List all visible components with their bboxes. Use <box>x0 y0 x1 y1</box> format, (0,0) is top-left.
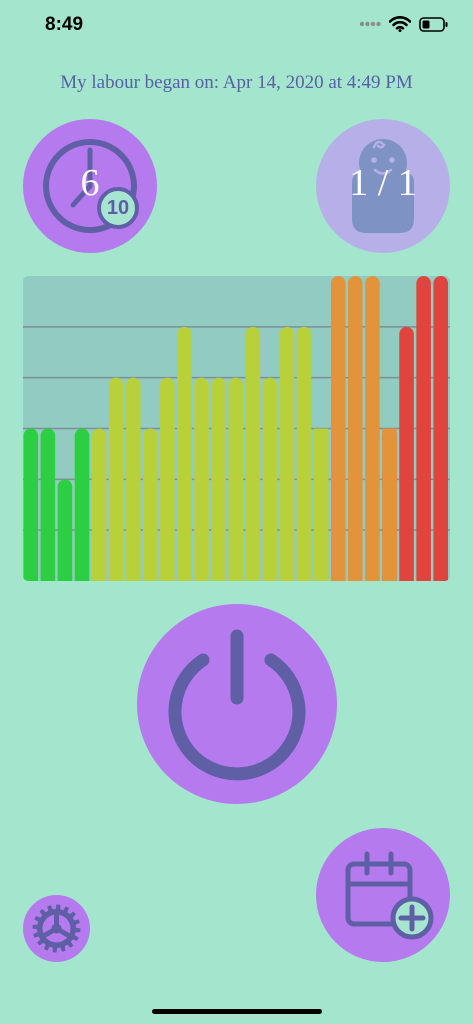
baby-count-button[interactable]: 1 / 1 <box>316 119 450 253</box>
chart-bar <box>279 326 295 581</box>
chart-bar <box>330 276 346 581</box>
baby-ratio: 1 / 1 <box>349 162 417 204</box>
status-icons <box>359 16 449 32</box>
wifi-icon <box>389 16 411 32</box>
chart-bar <box>433 276 448 581</box>
chart-bar <box>211 377 226 581</box>
chart-bar-lower-segment <box>313 428 329 581</box>
chart-bar <box>160 377 175 581</box>
chart-bar <box>74 428 90 581</box>
chart-bar-lower-segment <box>382 428 397 581</box>
chart-bar <box>416 276 431 581</box>
timer-button[interactable]: 6 10 <box>23 119 157 253</box>
gear-hub <box>51 923 62 934</box>
chart-bar <box>177 326 192 581</box>
chart-bar <box>125 377 141 581</box>
chart-bar <box>143 428 158 581</box>
chart-bar <box>108 377 124 581</box>
calendar-add-icon <box>345 851 434 940</box>
chart-bar <box>262 377 278 581</box>
chart-bar <box>365 276 380 581</box>
chart-bar <box>40 428 56 581</box>
chart-bar <box>228 377 244 581</box>
gear-icon <box>32 904 81 953</box>
signal-dots-icon <box>359 21 381 27</box>
contraction-chart-svg <box>23 276 450 581</box>
power-icon <box>168 629 306 781</box>
add-calendar-button[interactable] <box>316 828 450 962</box>
battery-icon <box>419 16 448 32</box>
status-time: 8:49 <box>45 14 84 35</box>
contraction-chart <box>23 276 450 581</box>
power-button[interactable] <box>137 604 337 804</box>
chart-bar <box>399 326 414 581</box>
home-indicator[interactable] <box>152 1009 322 1014</box>
labour-start-text: My labour began on: Apr 14, 2020 at 4:49… <box>60 72 413 93</box>
chart-bar <box>296 326 312 581</box>
status-bar: 8:49 <box>0 0 473 50</box>
chart-bar <box>91 428 107 581</box>
chart-bar <box>57 479 73 581</box>
chart-bar <box>348 276 363 581</box>
chart-bar <box>23 428 39 581</box>
chart-bar <box>245 326 261 581</box>
settings-button[interactable] <box>23 895 90 962</box>
timer-badge: 10 <box>97 187 139 229</box>
chart-bar <box>194 377 209 581</box>
